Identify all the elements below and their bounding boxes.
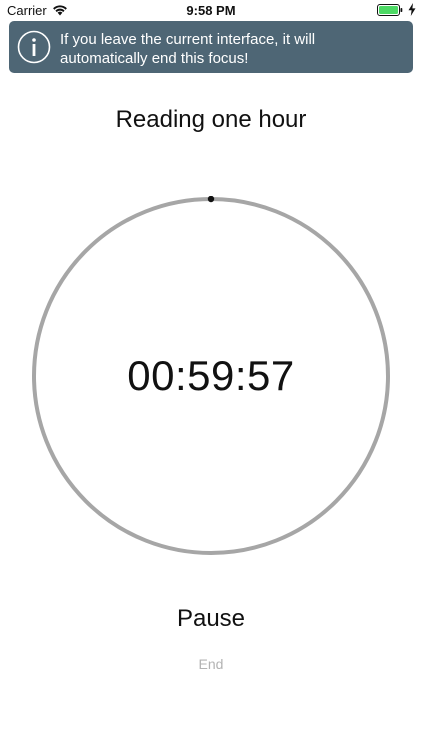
warning-banner: If you leave the current interface, it w… (9, 21, 413, 73)
status-bar: Carrier 9:58 PM (0, 0, 422, 22)
battery-icon (377, 4, 403, 16)
pause-button[interactable]: Pause (151, 602, 271, 636)
status-time: 9:58 PM (186, 3, 236, 18)
charging-icon (408, 3, 416, 16)
info-icon (17, 30, 51, 64)
banner-message: If you leave the current interface, it w… (60, 31, 316, 67)
end-button[interactable]: End (171, 652, 251, 676)
focus-title: Reading one hour (115, 106, 307, 133)
countdown-timer: 00:59:57 (127, 352, 295, 399)
focus-screen: Carrier 9:58 PM If you leave the current… (0, 0, 422, 750)
progress-dot (207, 196, 215, 203)
